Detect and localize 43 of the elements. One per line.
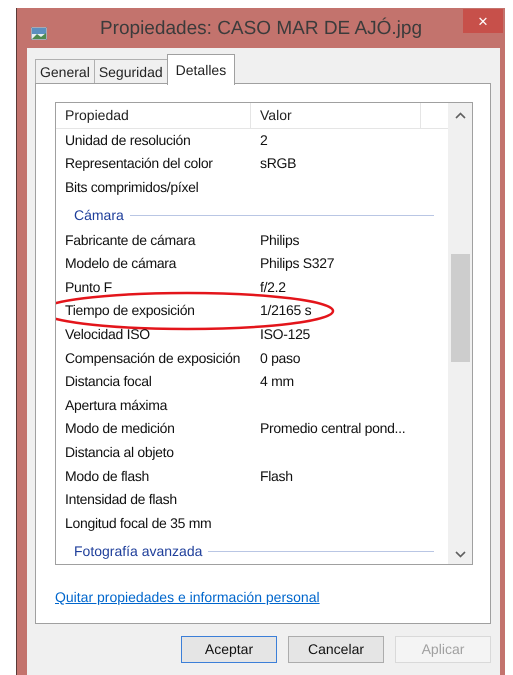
picture-icon xyxy=(31,27,47,40)
dialog-button[interactable]: Aceptar xyxy=(181,636,277,663)
property-name: Longitud focal de 35 mm xyxy=(64,514,212,533)
property-name: Apertura máxima xyxy=(64,396,168,415)
group-header: Fotografía avanzada xyxy=(74,542,202,561)
property-name: Modo de medición xyxy=(64,419,176,438)
property-value: Philips S327 xyxy=(259,254,334,274)
property-name: Compensación de exposición xyxy=(64,348,242,368)
property-name: Modelo de cámara xyxy=(64,254,178,274)
property-name: Velocidad ISO xyxy=(64,324,151,344)
property-value: ISO-125 xyxy=(259,324,310,344)
dialog-button[interactable]: Cancelar xyxy=(288,636,384,663)
group-header: Cámara xyxy=(74,206,124,226)
column-header[interactable]: Valor xyxy=(251,103,421,128)
scroll-down-icon[interactable] xyxy=(454,551,466,558)
column-header[interactable]: Propiedad xyxy=(56,103,251,128)
property-name: Bits comprimidos/píxel xyxy=(64,178,200,197)
property-value: f/2.2 xyxy=(259,278,286,297)
property-value: 2 xyxy=(259,130,268,150)
property-value: Philips xyxy=(259,230,300,250)
window-title: Propiedades: CASO MAR DE AJÓ.jpg xyxy=(100,16,422,41)
property-name: Intensidad de flash xyxy=(64,490,178,510)
property-value: sRGB xyxy=(259,154,296,174)
scroll-thumb[interactable] xyxy=(450,254,470,362)
close-button[interactable]: × xyxy=(463,9,503,33)
scrollbar[interactable] xyxy=(448,103,472,564)
property-name: Unidad de resolución xyxy=(64,130,192,150)
property-value: 4 mm xyxy=(259,372,294,392)
property-name: Modo de flash xyxy=(64,466,150,486)
tab[interactable]: Detalles xyxy=(166,54,236,85)
property-name: Punto F xyxy=(64,278,113,297)
property-name: Distancia focal xyxy=(64,372,153,392)
property-value: Promedio central pond... xyxy=(259,419,406,438)
property-value: Flash xyxy=(259,466,293,486)
property-name: Distancia al objeto xyxy=(64,442,175,462)
property-name: Representación del color xyxy=(64,154,214,174)
scroll-up-icon[interactable] xyxy=(454,112,466,119)
property-value: 0 paso xyxy=(259,348,300,368)
remove-properties-link[interactable]: Quitar propiedades e información personal xyxy=(55,589,320,605)
property-value: 1/2165 s xyxy=(259,301,312,320)
tab[interactable]: General xyxy=(35,59,95,84)
property-name: Tiempo de exposición xyxy=(64,301,196,320)
property-name: Fabricante de cámara xyxy=(64,230,196,250)
